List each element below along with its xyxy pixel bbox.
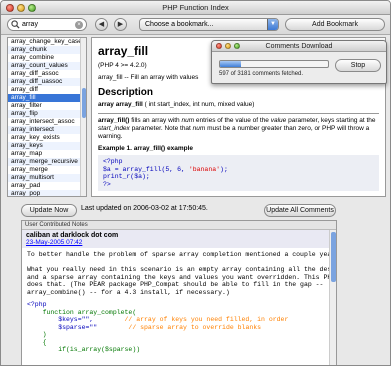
function-list-item[interactable]: array_multisort (8, 174, 86, 182)
scrollbar-thumb[interactable] (82, 88, 86, 118)
param-value: value (270, 117, 287, 124)
download-status: 597 of 3181 comments fetched. (219, 71, 304, 77)
close-window-button[interactable] (6, 4, 14, 12)
function-list-item[interactable]: array_key_exists (8, 134, 86, 142)
function-list-item[interactable]: array_flip (8, 110, 86, 118)
close-dialog-button[interactable] (216, 43, 222, 49)
scrollbar-thumb[interactable] (331, 232, 336, 282)
function-list-item[interactable]: array_chunk (8, 46, 86, 54)
add-bookmark-button[interactable]: Add Bookmark (285, 18, 385, 31)
function-list[interactable]: array_change_key_case array_chunk array_co… (7, 37, 87, 197)
search-field[interactable]: array × (7, 18, 87, 31)
function-signature: array array_fill ( int start_index, int … (98, 101, 379, 109)
desc-part: parameter, keys starting at the (286, 117, 376, 124)
note-body: To better handle the problem of sparse a… (27, 251, 336, 296)
param-num: num (181, 117, 195, 124)
clear-search-icon[interactable]: × (75, 20, 83, 29)
code-line: print_r($a); (103, 173, 150, 180)
code-line: ?> (103, 180, 111, 188)
function-list-item[interactable]: array_merge (8, 166, 86, 174)
user-notes-pane: User Contributed Notes caliban at darklo… (21, 220, 337, 365)
note-meta: caliban at darklock dot com 23-May-2005 … (22, 230, 336, 248)
function-list-item[interactable]: array_diff_assoc (8, 70, 86, 78)
function-list-item[interactable]: array_combine (8, 54, 86, 62)
notes-header: User Contributed Notes (22, 221, 336, 230)
divider (98, 113, 379, 114)
search-icon (11, 20, 20, 29)
zoom-window-button[interactable] (28, 4, 36, 12)
function-list-item[interactable]: array_diff_uassoc (8, 78, 86, 86)
code-line: $a = array_fill(5, 6, 'banana'); (103, 165, 228, 173)
function-list-item[interactable]: array_merge_recursive (8, 158, 86, 166)
dialog-window-controls (216, 43, 240, 49)
window-title: PHP Function Index (162, 3, 229, 12)
comments-download-dialog: Comments Download Stop 597 of 3181 comme… (211, 40, 387, 84)
desc-part: entries of the value of the (194, 117, 271, 124)
description-text: array_fill() fills an array with num ent… (98, 117, 379, 141)
window-controls (6, 4, 36, 12)
download-progress-bar (219, 60, 329, 68)
chevron-down-icon: ▼ (267, 19, 278, 30)
progress-fill (220, 61, 241, 67)
desc-fn: array_fill() (98, 117, 130, 124)
param-start-index: start_index (98, 125, 130, 132)
function-list-item[interactable]: array_filter (8, 102, 86, 110)
stop-button[interactable]: Stop (335, 59, 381, 72)
example-title: Example 1. array_fill() example (98, 145, 194, 152)
function-list-item[interactable]: array_keys (8, 142, 86, 150)
toolbar: array × ◀ ▶ Choose a bookmark... ▼ Add B… (1, 15, 390, 35)
function-list-item[interactable]: array_count_values (8, 62, 86, 70)
desc-part: parameter. Note that (129, 125, 193, 132)
function-list-item[interactable]: array_pop (8, 190, 86, 196)
function-list-item[interactable]: array_pad (8, 182, 86, 190)
zoom-dialog-button[interactable] (234, 43, 240, 49)
note-author: caliban at darklock dot com (26, 232, 119, 239)
search-input[interactable]: array (22, 21, 75, 28)
last-updated-text: Last updated on 2006-03-02 at 17:50:45. (81, 205, 208, 212)
note-date-link[interactable]: 23-May-2005 07:42 (26, 239, 332, 246)
desc-part: fills an array with (129, 117, 182, 124)
example-code: <?php $a = array_fill(5, 6, 'banana'); p… (98, 155, 379, 191)
function-list-scrollbar[interactable] (80, 38, 86, 196)
update-all-comments-button[interactable]: Update All Comments (264, 204, 336, 217)
update-now-button[interactable]: Update Now (21, 204, 77, 217)
function-list-items: array_change_key_case array_chunk array_co… (8, 38, 86, 196)
function-list-item[interactable]: array_intersect (8, 126, 86, 134)
comments-bar: Update Now Last updated on 2006-03-02 at… (1, 201, 390, 217)
function-list-item[interactable]: array_map (8, 150, 86, 158)
function-list-item[interactable]: array_fill (8, 94, 86, 102)
function-list-item[interactable]: array_intersect_assoc (8, 118, 86, 126)
window-titlebar[interactable]: PHP Function Index (1, 1, 390, 15)
description-heading: Description (98, 87, 154, 98)
signature-name: array array_fill (98, 101, 143, 108)
minimize-window-button[interactable] (17, 4, 25, 12)
param-num: num (192, 125, 206, 132)
bookmark-select-value: Choose a bookmark... (145, 21, 214, 28)
note-code: <?php function array_complete( $keys="",… (27, 301, 289, 353)
minimize-dialog-button[interactable] (225, 43, 231, 49)
code-line: <?php (103, 158, 123, 165)
notes-scrollbar[interactable] (329, 230, 336, 365)
signature-args: ( int start_index, int num, mixed value) (142, 101, 255, 108)
back-button[interactable]: ◀ (95, 18, 108, 31)
function-list-item[interactable]: array_change_key_case (8, 38, 86, 46)
forward-button[interactable]: ▶ (114, 18, 127, 31)
dialog-title: Comments Download (265, 43, 333, 50)
bookmark-select[interactable]: Choose a bookmark... ▼ (139, 18, 279, 31)
function-list-item[interactable]: array_diff (8, 86, 86, 94)
dialog-titlebar[interactable]: Comments Download (212, 41, 386, 52)
